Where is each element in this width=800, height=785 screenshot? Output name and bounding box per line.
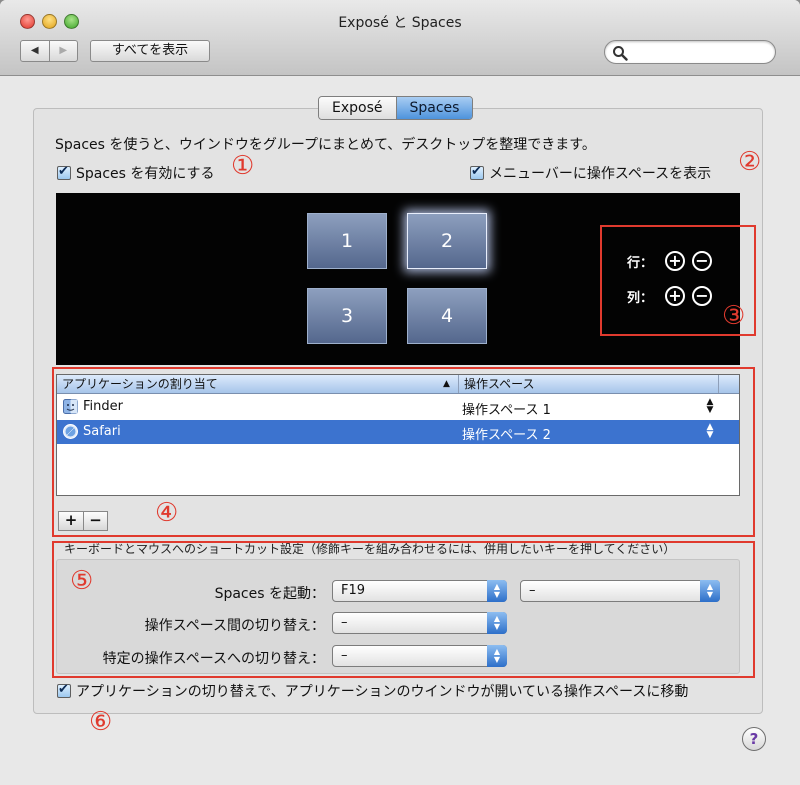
back-forward-control: ◀ ▶	[20, 40, 78, 62]
callout-number-2: ②	[738, 147, 762, 177]
checkbox-checked-icon[interactable]	[470, 164, 484, 180]
space-tile-3[interactable]: 3	[307, 288, 387, 344]
back-button[interactable]: ◀	[21, 41, 50, 61]
callout-number-4: ④	[155, 498, 179, 528]
checkbox-checked-icon[interactable]	[57, 164, 71, 180]
titlebar: Exposé と Spaces ◀ ▶ すべてを表示	[0, 0, 800, 76]
callout-number-3: ③	[722, 301, 746, 331]
show-in-menubar-checkbox[interactable]: メニューバーに操作スペースを表示	[470, 163, 711, 183]
callout-box-5	[52, 541, 755, 678]
tab-expose[interactable]: Exposé	[319, 97, 396, 119]
intro-text: Spaces を使うと、ウインドウをグループにまとめて、デスクトップを整理できま…	[55, 137, 596, 153]
search-field[interactable]	[604, 40, 776, 64]
callout-number-5: ⑤	[70, 566, 94, 596]
app-switch-label: アプリケーションの切り替えで、アプリケーションのウインドウが開いている操作スペー…	[76, 684, 689, 700]
search-icon	[613, 46, 628, 61]
checkbox-checked-icon[interactable]	[57, 682, 71, 698]
show-all-button[interactable]: すべてを表示	[90, 40, 210, 62]
tab-bar: Exposé Spaces	[318, 96, 474, 120]
space-tile-4[interactable]: 4	[407, 288, 487, 344]
app-switch-checkbox[interactable]: アプリケーションの切り替えで、アプリケーションのウインドウが開いている操作スペー…	[57, 681, 688, 701]
show-in-menubar-label: メニューバーに操作スペースを表示	[489, 166, 712, 182]
tab-spaces[interactable]: Spaces	[395, 97, 473, 119]
space-tile-1[interactable]: 1	[307, 213, 387, 269]
callout-number-1: ①	[231, 151, 255, 181]
forward-button[interactable]: ▶	[50, 41, 78, 61]
callout-number-6: ⑥	[89, 707, 113, 737]
preferences-window: Exposé と Spaces ◀ ▶ すべてを表示 Exposé Spaces…	[0, 0, 800, 785]
search-input[interactable]	[631, 43, 771, 61]
help-button[interactable]: ?	[742, 727, 766, 751]
enable-spaces-label: Spaces を有効にする	[76, 166, 215, 182]
space-tile-2[interactable]: 2	[407, 213, 487, 269]
enable-spaces-checkbox[interactable]: Spaces を有効にする	[57, 163, 215, 183]
window-title: Exposé と Spaces	[338, 15, 462, 31]
